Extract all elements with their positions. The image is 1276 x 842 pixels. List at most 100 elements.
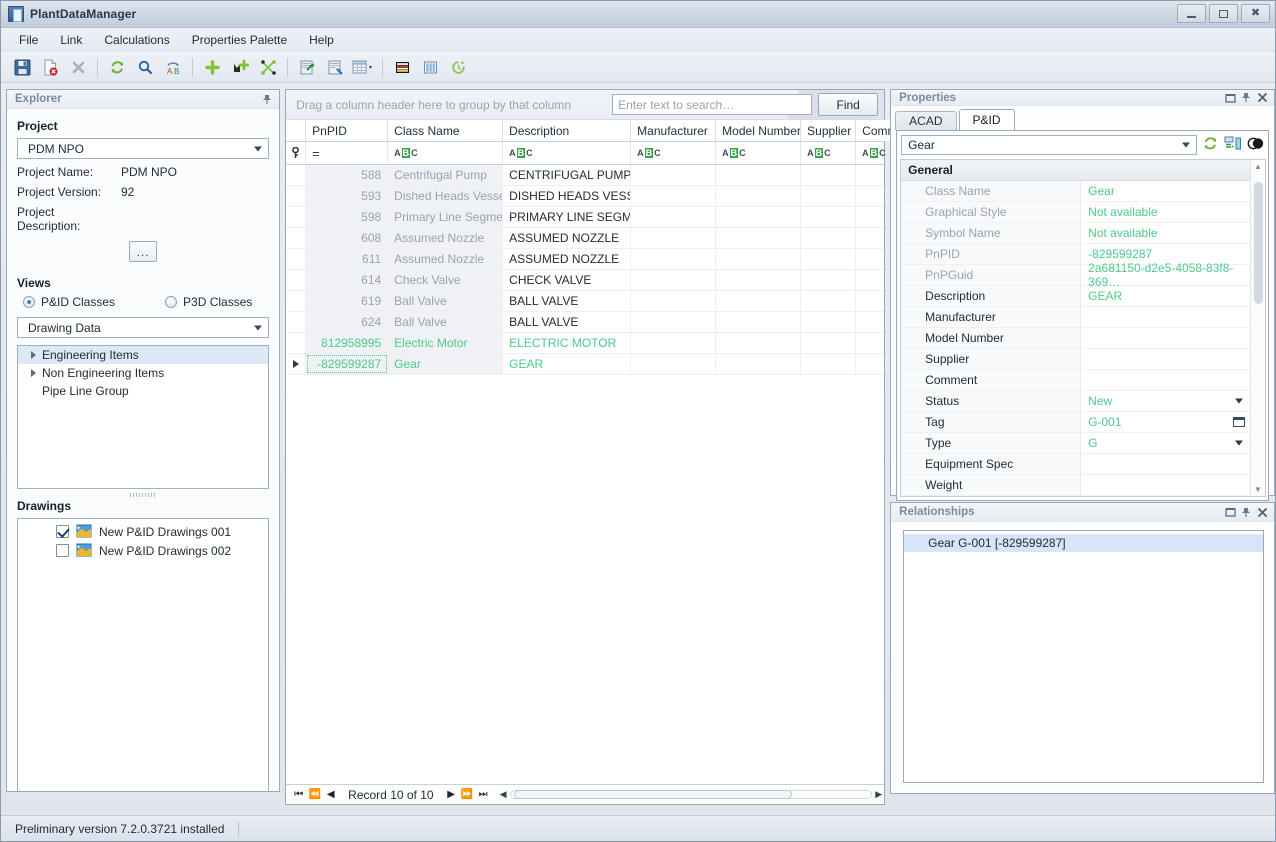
table-cell-manufacturer[interactable] xyxy=(631,354,717,374)
table-cell-model-number[interactable] xyxy=(716,228,802,248)
table-cell-class-name[interactable]: Ball Valve xyxy=(388,312,504,332)
table-cell-class-name[interactable]: Ball Valve xyxy=(388,291,504,311)
property-row[interactable]: Comment xyxy=(901,370,1250,391)
property-row[interactable]: Tag G-001 xyxy=(901,412,1250,433)
drawings-list[interactable]: New P&ID Drawings 001 New P&ID Drawings … xyxy=(17,518,270,791)
table-cell-model-number[interactable] xyxy=(716,186,802,206)
table-cell-pnpid[interactable]: 619 xyxy=(306,291,389,311)
menu-calculations[interactable]: Calculations xyxy=(94,30,179,50)
filter-model-number[interactable]: ABC xyxy=(716,142,802,164)
pin-icon[interactable] xyxy=(1238,90,1254,105)
splitter-grip[interactable] xyxy=(130,493,157,497)
table-cell-pnpid[interactable]: 812958995 xyxy=(306,333,389,353)
filter-supplier[interactable]: ABC xyxy=(801,142,857,164)
property-value[interactable] xyxy=(1081,454,1250,474)
tree-item-pipe-line-group[interactable]: Pipe Line Group xyxy=(18,382,268,400)
table-cell-pnpid[interactable]: 593 xyxy=(306,186,389,206)
nav-next-page-button[interactable]: ⏩ xyxy=(461,789,474,800)
property-value[interactable] xyxy=(1081,307,1250,327)
delete-document-icon[interactable] xyxy=(37,55,63,79)
table-row[interactable]: 608 Assumed Nozzle ASSUMED NOZZLE xyxy=(286,228,885,249)
table-cell-comment[interactable] xyxy=(856,186,884,206)
table-cell-supplier[interactable] xyxy=(801,312,857,332)
table-cell-description[interactable]: BALL VALVE xyxy=(503,312,632,332)
table-cell-manufacturer[interactable] xyxy=(631,249,717,269)
table-cell-description[interactable]: DISHED HEADS VESSEL xyxy=(503,186,632,206)
table-cell-supplier[interactable] xyxy=(801,291,857,311)
radio-pid-classes[interactable]: P&ID Classes xyxy=(23,295,115,309)
refresh-icon[interactable] xyxy=(1202,135,1219,155)
table-cell-model-number[interactable] xyxy=(716,354,802,374)
export-icon[interactable] xyxy=(294,55,320,79)
table-cell-class-name[interactable]: Assumed Nozzle xyxy=(388,249,504,269)
property-value[interactable] xyxy=(1081,349,1250,369)
scroll-right-icon[interactable]: ▶ xyxy=(875,789,882,800)
nav-prev-button[interactable]: ◀ xyxy=(324,789,337,800)
table-row[interactable]: 593Dished Heads VesselDISHED HEADS VESSE… xyxy=(286,186,885,207)
rename-ab-icon[interactable]: AB xyxy=(160,55,186,79)
filter-class-name[interactable]: ABC xyxy=(388,142,504,164)
property-row[interactable]: Supplier xyxy=(901,349,1250,370)
table-cell-manufacturer[interactable] xyxy=(631,291,717,311)
classes-tree[interactable]: Engineering Items Non Engineering Items … xyxy=(17,345,270,489)
tree-item-non-engineering-items[interactable]: Non Engineering Items xyxy=(18,364,268,382)
menu-file[interactable]: File xyxy=(9,30,48,50)
table-cell-supplier[interactable] xyxy=(801,207,857,227)
table-cell-manufacturer[interactable] xyxy=(631,228,717,248)
minimize-button[interactable] xyxy=(1177,4,1206,23)
property-value[interactable]: Gear xyxy=(1081,181,1250,201)
table-cell-supplier[interactable] xyxy=(801,270,857,290)
property-value[interactable]: G xyxy=(1081,433,1250,453)
table-cell-description[interactable]: BALL VALVE xyxy=(503,291,632,311)
nav-prev-page-button[interactable]: ⏪ xyxy=(308,789,321,800)
table-cell-manufacturer[interactable] xyxy=(631,312,717,332)
table-layout-icon[interactable] xyxy=(350,55,376,79)
search-input[interactable]: Enter text to search… xyxy=(612,94,813,115)
add-node-icon[interactable] xyxy=(227,55,253,79)
filter-pnpid[interactable]: = xyxy=(306,142,389,164)
property-row[interactable]: Symbol Name Not available xyxy=(901,223,1250,244)
table-cell-manufacturer[interactable] xyxy=(631,270,717,290)
history-icon[interactable] xyxy=(445,55,471,79)
contrast-icon[interactable] xyxy=(1247,135,1265,155)
tab-pid[interactable]: P&ID xyxy=(958,109,1015,130)
chevron-down-icon[interactable] xyxy=(1235,440,1243,446)
table-cell-description[interactable]: CENTRIFUGAL PUMP xyxy=(503,165,632,185)
table-row[interactable]: 614 Check Valve CHECK VALVE xyxy=(286,270,885,291)
list-item[interactable]: Gear G-001 [-829599287] xyxy=(904,534,1263,552)
drawing-checkbox[interactable] xyxy=(56,544,69,557)
add-plus-icon[interactable] xyxy=(199,55,225,79)
property-row[interactable]: PnPGuid 2a681150-d2e5-4058-83f8-369… xyxy=(901,261,1250,289)
close-icon[interactable] xyxy=(1254,505,1270,520)
table-cell-model-number[interactable] xyxy=(716,312,802,332)
table-cell-pnpid[interactable]: 614 xyxy=(306,270,389,290)
horizontal-scrollbar[interactable]: ◀ ▶ xyxy=(498,787,885,802)
table-row[interactable]: 611 Assumed Nozzle ASSUMED NOZZLE xyxy=(286,249,885,270)
menu-link[interactable]: Link xyxy=(50,30,92,50)
table-cell-supplier[interactable] xyxy=(801,165,857,185)
property-value[interactable]: New xyxy=(1081,391,1250,411)
table-cell-class-name[interactable]: Assumed Nozzle xyxy=(388,228,504,248)
filter-description[interactable]: ABC xyxy=(503,142,632,164)
expand-arrow-icon[interactable] xyxy=(24,369,42,377)
editor-button-icon[interactable] xyxy=(1233,417,1245,427)
table-cell-supplier[interactable] xyxy=(801,249,857,269)
table-cell-comment[interactable] xyxy=(856,312,884,332)
table-cell-supplier[interactable] xyxy=(801,186,857,206)
table-cell-comment[interactable] xyxy=(856,291,884,311)
drawing-checkbox[interactable] xyxy=(56,525,69,538)
table-cell-class-name[interactable]: Dished Heads Vessel xyxy=(388,186,504,206)
relationships-list[interactable]: Gear G-001 [-829599287] xyxy=(903,530,1264,783)
project-description-browse-button[interactable]: ... xyxy=(129,241,158,262)
table-row[interactable]: 619 Ball Valve BALL VALVE xyxy=(286,291,885,312)
tab-acad[interactable]: ACAD xyxy=(895,111,957,130)
scroll-up-icon[interactable]: ▲ xyxy=(1251,160,1265,173)
table-cell-description[interactable]: PRIMARY LINE SEGMENT xyxy=(503,207,632,227)
table-cell-class-name[interactable]: Gear xyxy=(388,354,504,374)
chevron-down-icon[interactable] xyxy=(1235,398,1243,404)
properties-grid[interactable]: General Class Name Gear Graphical Style Not… xyxy=(900,159,1266,497)
object-selector-combo[interactable]: Gear xyxy=(901,135,1197,155)
pin-icon[interactable] xyxy=(1238,505,1254,520)
property-value[interactable] xyxy=(1081,328,1250,348)
property-value[interactable]: Not available xyxy=(1081,223,1250,243)
